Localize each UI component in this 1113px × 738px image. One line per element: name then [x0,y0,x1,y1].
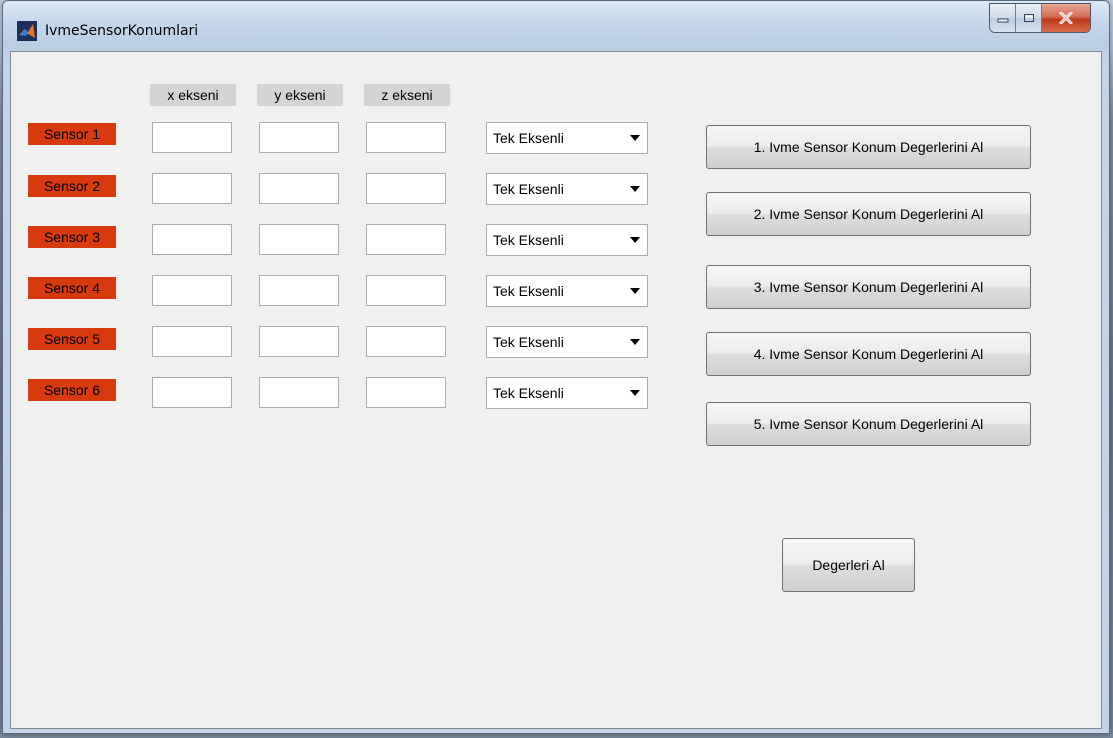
get-sensor-4-position-button[interactable]: 4. Ivme Sensor Konum Degerlerini Al [706,332,1031,376]
chevron-down-icon[interactable] [624,124,646,152]
sensor-6-x-input[interactable] [152,377,232,408]
maximize-icon [1023,14,1034,22]
sensor-2-mode-select[interactable]: Tek Eksenli [486,173,648,205]
get-values-button[interactable]: Degerleri Al [782,538,915,592]
minimize-icon [997,18,1008,23]
title-bar[interactable]: IvmeSensorKonumlari [3,1,1109,49]
sensor-label: Sensor 1 [28,123,116,145]
sensor-3-mode-select[interactable]: Tek Eksenli [486,224,648,256]
y-axis-header: y ekseni [257,84,343,106]
sensor-4-y-input[interactable] [259,275,339,306]
chevron-down-icon[interactable] [624,277,646,305]
select-value: Tek Eksenli [493,334,564,350]
sensor-label: Sensor 5 [28,328,116,350]
sensor-1-x-input[interactable] [152,122,232,153]
sensor-2-x-input[interactable] [152,173,232,204]
z-axis-header: z ekseni [364,84,450,106]
sensor-2-y-input[interactable] [259,173,339,204]
maximize-button[interactable] [1016,4,1042,32]
get-sensor-2-position-button[interactable]: 2. Ivme Sensor Konum Degerlerini Al [706,192,1031,236]
chevron-down-icon[interactable] [624,379,646,407]
sensor-5-y-input[interactable] [259,326,339,357]
sensor-4-mode-select[interactable]: Tek Eksenli [486,275,648,307]
window-title: IvmeSensorKonumlari [45,23,199,39]
sensor-1-z-input[interactable] [366,122,446,153]
get-sensor-5-position-button[interactable]: 5. Ivme Sensor Konum Degerlerini Al [706,402,1031,446]
select-value: Tek Eksenli [493,283,564,299]
select-value: Tek Eksenli [493,232,564,248]
close-button[interactable] [1042,4,1090,32]
sensor-6-mode-select[interactable]: Tek Eksenli [486,377,648,409]
sensor-label: Sensor 4 [28,277,116,299]
select-value: Tek Eksenli [493,385,564,401]
select-value: Tek Eksenli [493,181,564,197]
window-controls [989,3,1091,33]
sensor-3-x-input[interactable] [152,224,232,255]
chevron-down-icon[interactable] [624,328,646,356]
sensor-4-z-input[interactable] [366,275,446,306]
get-sensor-1-position-button[interactable]: 1. Ivme Sensor Konum Degerlerini Al [706,125,1031,169]
matlab-icon [17,21,37,41]
sensor-2-z-input[interactable] [366,173,446,204]
sensor-6-y-input[interactable] [259,377,339,408]
minimize-button[interactable] [990,4,1016,32]
sensor-3-y-input[interactable] [259,224,339,255]
app-window: IvmeSensorKonumlari x ekseni y ekseni z … [2,0,1110,734]
sensor-5-z-input[interactable] [366,326,446,357]
sensor-label: Sensor 2 [28,175,116,197]
sensor-1-y-input[interactable] [259,122,339,153]
chevron-down-icon[interactable] [624,175,646,203]
sensor-1-mode-select[interactable]: Tek Eksenli [486,122,648,154]
close-icon [1059,12,1073,24]
sensor-3-z-input[interactable] [366,224,446,255]
sensor-4-x-input[interactable] [152,275,232,306]
sensor-6-z-input[interactable] [366,377,446,408]
sensor-label: Sensor 6 [28,379,116,401]
select-value: Tek Eksenli [493,130,564,146]
x-axis-header: x ekseni [150,84,236,106]
sensor-5-x-input[interactable] [152,326,232,357]
main-panel: x ekseni y ekseni z ekseni Sensor 1 Sens… [10,51,1102,729]
sensor-5-mode-select[interactable]: Tek Eksenli [486,326,648,358]
sensor-label: Sensor 3 [28,226,116,248]
chevron-down-icon[interactable] [624,226,646,254]
get-sensor-3-position-button[interactable]: 3. Ivme Sensor Konum Degerlerini Al [706,265,1031,309]
